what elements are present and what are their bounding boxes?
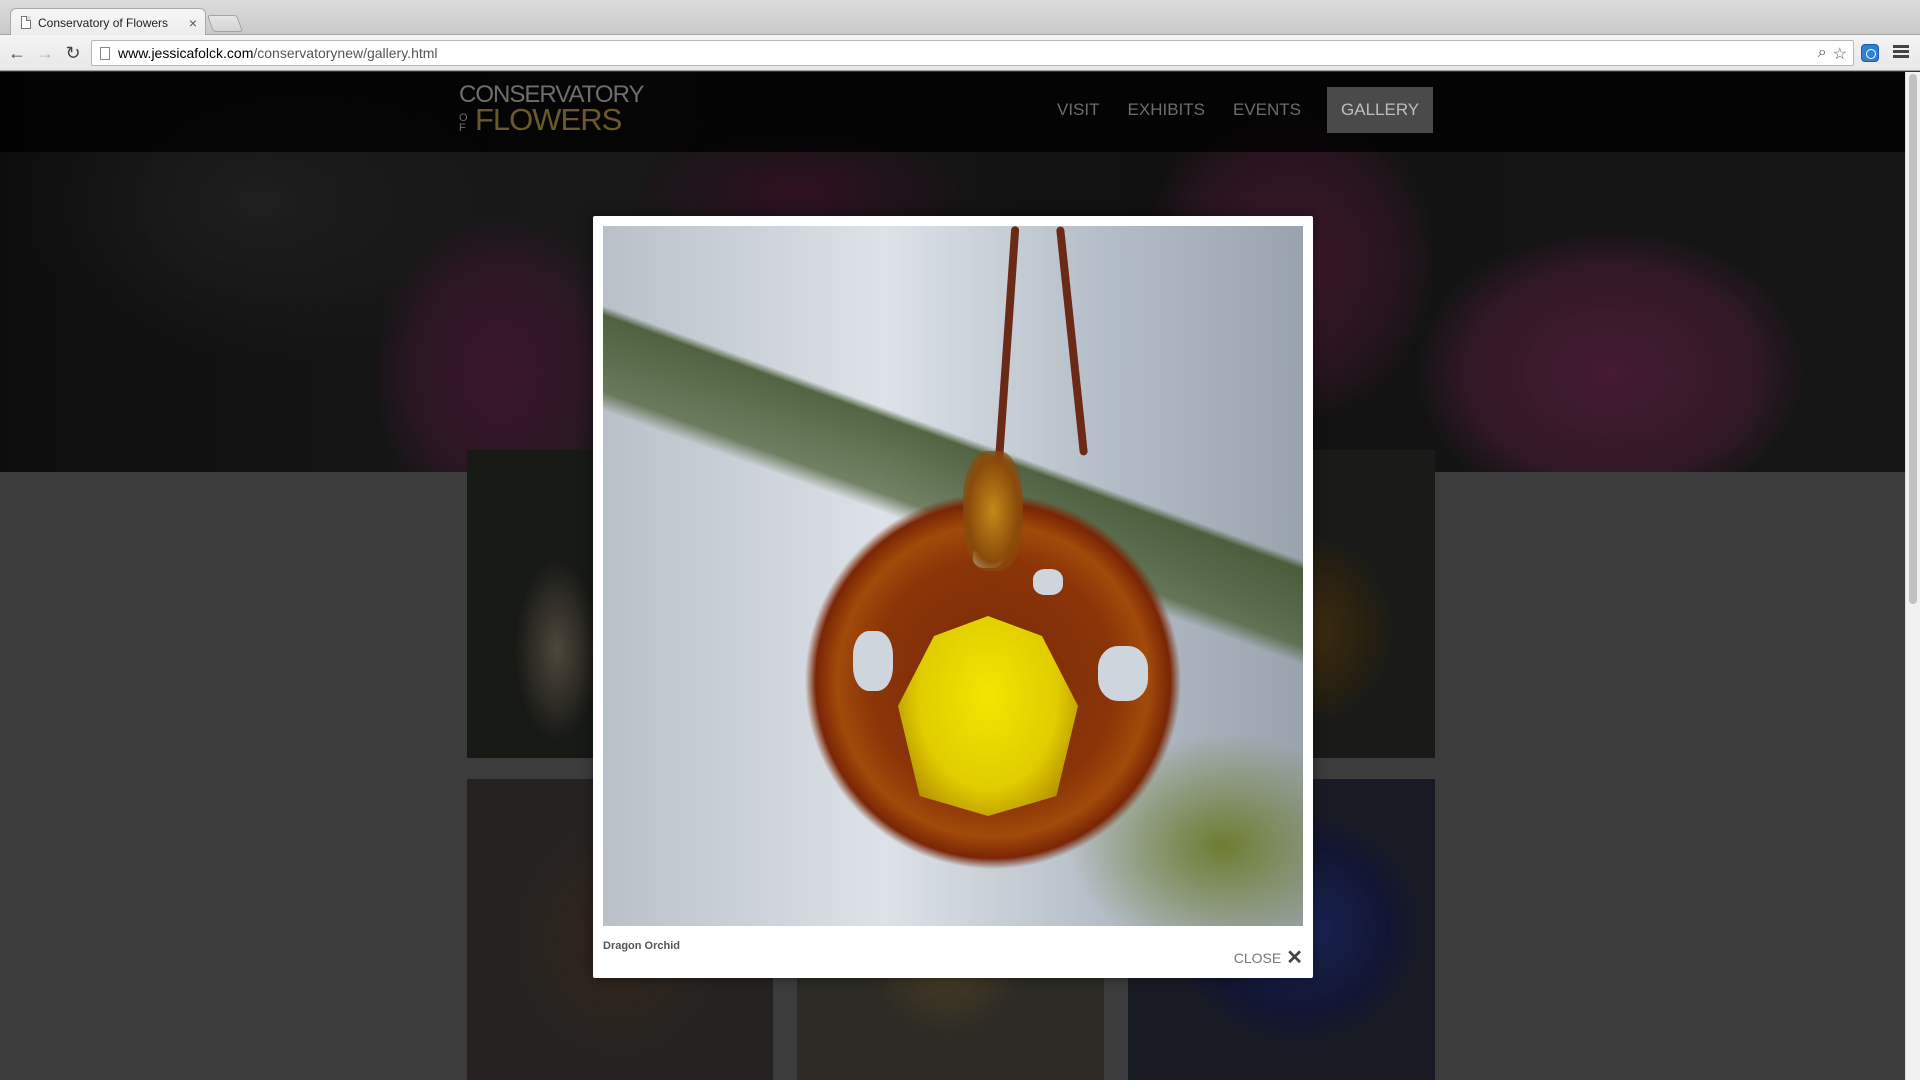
new-tab-button[interactable] xyxy=(206,15,244,32)
tab-close-icon[interactable]: × xyxy=(189,15,197,31)
tab-strip: Conservatory of Flowers × xyxy=(0,0,1920,36)
nav-visit[interactable]: VISIT xyxy=(1043,87,1114,133)
close-icon: ✕ xyxy=(1286,947,1303,969)
address-bar[interactable]: www.jessicafolck.com/conservatorynew/gal… xyxy=(91,40,1854,66)
back-icon[interactable]: ← xyxy=(6,42,28,64)
site-header: CONSERVATORY OF FLOWERS VISIT EXHIBITS E… xyxy=(0,72,1905,152)
url-text[interactable]: www.jessicafolck.com/conservatorynew/gal… xyxy=(118,45,438,61)
close-label: CLOSE xyxy=(1233,950,1282,966)
tab-title: Conservatory of Flowers xyxy=(38,15,169,30)
zoom-icon[interactable]: ⌕ xyxy=(1818,44,1827,64)
photo-caption: Dragon Orchid xyxy=(603,940,681,952)
url-path: /conservatorynew/gallery.html xyxy=(253,45,438,61)
page-icon xyxy=(100,46,110,60)
bookmark-star-icon[interactable]: ☆ xyxy=(1833,44,1847,64)
logo-of: OF xyxy=(459,111,468,134)
url-domain: www.jessicafolck.com xyxy=(118,45,254,61)
browser-tab[interactable]: Conservatory of Flowers × xyxy=(10,8,206,36)
page-icon xyxy=(21,16,31,29)
nav-events[interactable]: EVENTS xyxy=(1219,87,1315,133)
logo-flowers: FLOWERS xyxy=(475,101,622,137)
forward-icon[interactable]: → xyxy=(34,42,56,64)
site-logo[interactable]: CONSERVATORY OF FLOWERS xyxy=(459,83,644,137)
browser-toolbar: ← → ↻ www.jessicafolck.com/conservatoryn… xyxy=(0,35,1920,71)
page-scrollbar[interactable] xyxy=(1905,72,1920,1080)
nav-gallery[interactable]: GALLERY xyxy=(1327,87,1434,133)
browser-menu-icon[interactable] xyxy=(1893,45,1909,59)
reload-icon[interactable]: ↻ xyxy=(62,42,84,64)
scrollbar-thumb[interactable] xyxy=(1909,74,1917,604)
extension-icon[interactable] xyxy=(1861,44,1879,62)
lightbox-dialog: Dragon Orchid CLOSE ✕ xyxy=(593,216,1313,978)
nav-exhibits[interactable]: EXHIBITS xyxy=(1114,87,1219,133)
main-nav: VISIT EXHIBITS EVENTS GALLERY xyxy=(1043,87,1434,133)
lightbox-photo xyxy=(603,226,1303,926)
lightbox-close-button[interactable]: CLOSE ✕ xyxy=(1234,948,1303,968)
